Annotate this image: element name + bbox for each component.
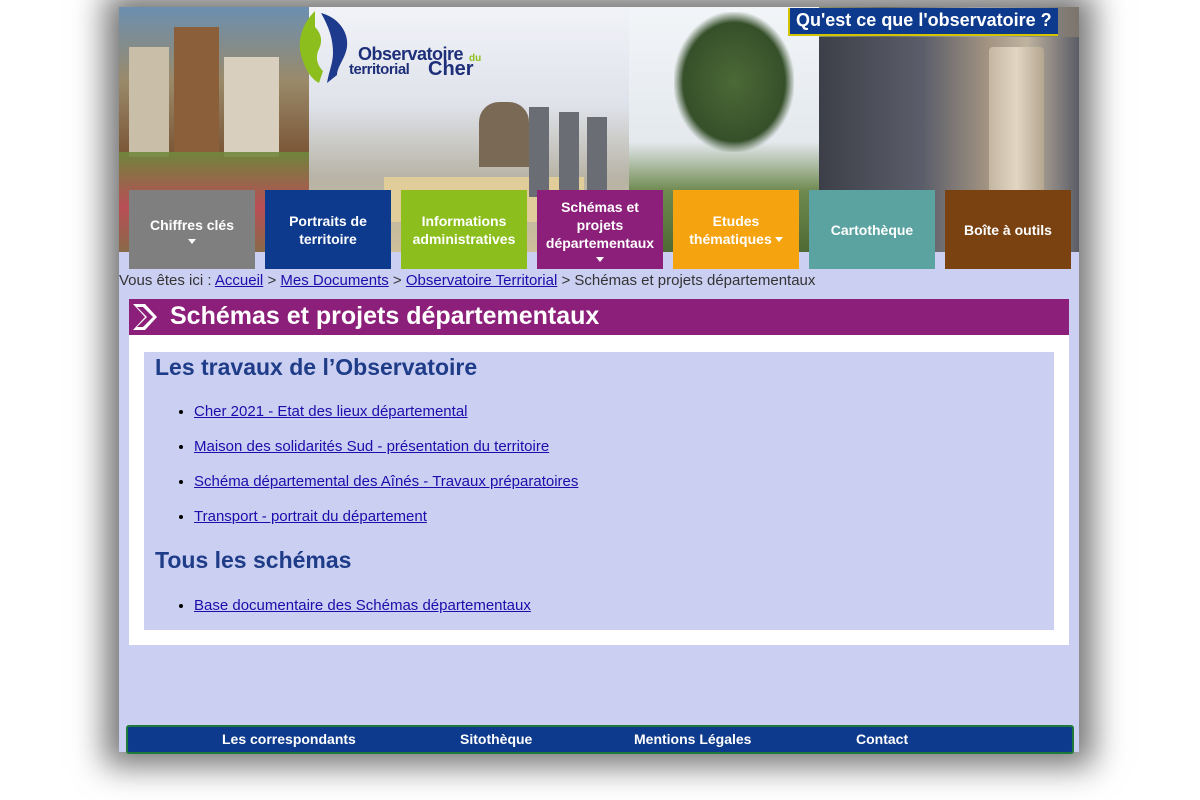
link-base-documentaire[interactable]: Base documentaire des Schémas départemen… bbox=[194, 597, 531, 614]
list-item: Cher 2021 - Etat des lieux départemental bbox=[194, 394, 578, 429]
main-content: Schémas et projets départementaux Les tr… bbox=[129, 299, 1069, 645]
list-item: Base documentaire des Schémas départemen… bbox=[194, 588, 531, 623]
breadcrumb-current: Schémas et projets départementaux bbox=[574, 272, 816, 289]
link-transport[interactable]: Transport - portrait du département bbox=[194, 508, 427, 525]
breadcrumb-separator: > bbox=[392, 272, 402, 289]
page-title: Schémas et projets départementaux bbox=[170, 302, 600, 330]
caret-down-icon bbox=[596, 256, 604, 262]
logo-profile-icon bbox=[299, 11, 348, 83]
breadcrumb-prefix: Vous êtes ici : bbox=[119, 272, 212, 289]
section-heading-tous-schemas: Tous les schémas bbox=[155, 547, 352, 573]
list-item: Transport - portrait du département bbox=[194, 499, 578, 534]
nav-schemas-projets[interactable]: Schémas et projets départementaux bbox=[537, 190, 663, 269]
breadcrumb: Vous êtes ici : Accueil > Mes Documents … bbox=[119, 272, 815, 289]
content-panel: Les travaux de l’Observatoire Cher 2021 … bbox=[144, 352, 1054, 630]
caret-down-icon bbox=[188, 238, 196, 244]
link-schema-aines[interactable]: Schéma départemental des Aînés - Travaux… bbox=[194, 473, 578, 490]
nav-label: Schémas et projets départementaux bbox=[545, 198, 655, 251]
footer-bar: Les correspondants Sitothèque Mentions L… bbox=[126, 725, 1074, 754]
nav-boite-outils[interactable]: Boîte à outils bbox=[945, 190, 1071, 269]
page-title-bar: Schémas et projets départementaux bbox=[129, 299, 1069, 335]
footer-link-mentions-legales[interactable]: Mentions Légales bbox=[634, 731, 751, 747]
footer-link-contact[interactable]: Contact bbox=[856, 731, 908, 747]
link-cher-2021[interactable]: Cher 2021 - Etat des lieux départemental bbox=[194, 403, 468, 420]
breadcrumb-separator: > bbox=[267, 272, 277, 289]
nav-label: Portraits de territoire bbox=[289, 212, 367, 247]
schemas-link-list: Base documentaire des Schémas départemen… bbox=[144, 588, 531, 623]
breadcrumb-separator: > bbox=[561, 272, 571, 289]
section-heading-travaux: Les travaux de l’Observatoire bbox=[155, 354, 478, 380]
nav-portraits-territoire[interactable]: Portraits de territoire bbox=[265, 190, 391, 269]
about-observatory-button[interactable]: Qu'est ce que l'observatoire ? bbox=[788, 8, 1058, 36]
page-frame: Observatoire territorial Cher du Qu'est … bbox=[119, 7, 1079, 754]
nav-cartotheque[interactable]: Cartothèque bbox=[809, 190, 935, 269]
chevron-right-icon bbox=[133, 304, 157, 330]
nav-label: Etudes thématiques bbox=[689, 212, 772, 247]
nav-etudes-thematiques[interactable]: Etudes thématiques bbox=[673, 190, 799, 269]
breadcrumb-link-mes-documents[interactable]: Mes Documents bbox=[280, 272, 388, 289]
nav-label-wrap: Etudes thématiques bbox=[677, 212, 795, 248]
logo-line-3: Cher bbox=[428, 58, 474, 80]
travaux-link-list: Cher 2021 - Etat des lieux départemental… bbox=[144, 394, 578, 534]
footer-link-sitotheque[interactable]: Sitothèque bbox=[460, 731, 532, 747]
nav-label: Cartothèque bbox=[830, 221, 914, 238]
breadcrumb-link-observatoire[interactable]: Observatoire Territorial bbox=[406, 272, 557, 289]
nav-chiffres-cles[interactable]: Chiffres clés bbox=[129, 190, 255, 269]
nav-informations-administratives[interactable]: Informations administratives bbox=[401, 190, 527, 269]
list-item: Maison des solidarités Sud - présentatio… bbox=[194, 429, 578, 464]
nav-label: Informations administratives bbox=[412, 212, 516, 247]
caret-down-icon bbox=[774, 237, 783, 243]
site-logo[interactable]: Observatoire territorial Cher du bbox=[297, 9, 497, 89]
logo-line-2: territorial bbox=[349, 61, 410, 78]
nav-label: Boîte à outils bbox=[964, 221, 1052, 238]
link-maison-solidarites-sud[interactable]: Maison des solidarités Sud - présentatio… bbox=[194, 438, 549, 455]
logo-line-4: du bbox=[469, 53, 482, 64]
list-item: Schéma départemental des Aînés - Travaux… bbox=[194, 464, 578, 499]
nav-label: Chiffres clés bbox=[149, 216, 235, 233]
breadcrumb-link-accueil[interactable]: Accueil bbox=[215, 272, 263, 289]
footer-link-correspondants[interactable]: Les correspondants bbox=[222, 731, 356, 747]
